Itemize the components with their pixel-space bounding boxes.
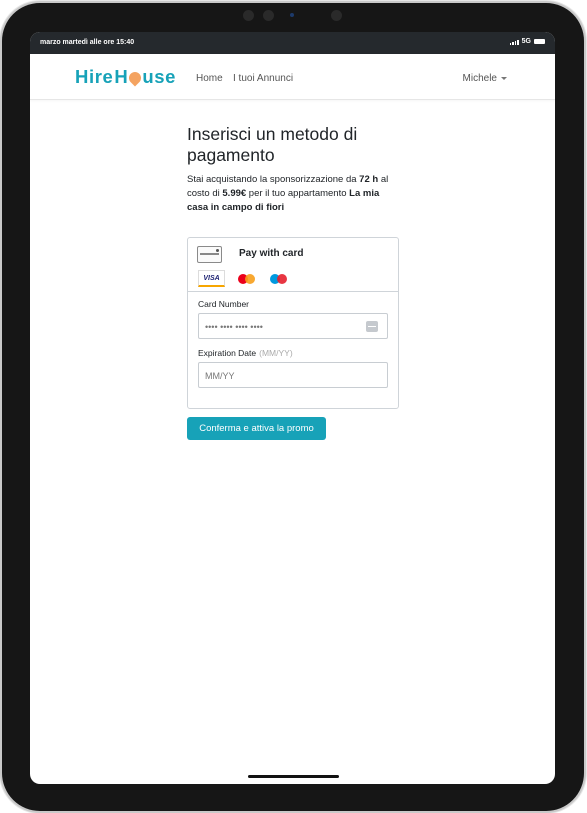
brand-text-right: use bbox=[142, 66, 177, 87]
navbar: Hire Ho Huse Home I tuoi Annunci Michele bbox=[30, 54, 555, 100]
battery-icon bbox=[534, 39, 545, 44]
device-frame: marzo martedì alle ore 15:40 5G Hire Ho … bbox=[0, 0, 587, 813]
confirm-promo-button[interactable]: Conferma e attiva la promo bbox=[187, 417, 326, 440]
home-indicator[interactable] bbox=[248, 775, 339, 778]
card-icon bbox=[197, 246, 222, 263]
card-number-icon bbox=[366, 321, 378, 332]
nav-link-annunci[interactable]: I tuoi Annunci bbox=[233, 73, 293, 84]
brand-logo[interactable]: Hire Ho Huse bbox=[75, 66, 176, 88]
purchase-description: Stai acquistando la sponsorizzazione da … bbox=[187, 174, 389, 213]
sensor-icon bbox=[331, 10, 342, 21]
caret-down-icon bbox=[501, 77, 507, 80]
nav-link-home[interactable]: Home bbox=[196, 73, 223, 84]
expiration-placeholder: MM/YY bbox=[205, 371, 235, 381]
status-bar: marzo martedì alle ore 15:40 5G bbox=[30, 32, 555, 54]
expiration-input[interactable]: MM/YY bbox=[198, 362, 388, 388]
card-number-placeholder: •••• •••• •••• •••• bbox=[205, 322, 263, 332]
status-time: marzo martedì alle ore 15:40 bbox=[40, 39, 135, 46]
brand-text-left: Hire bbox=[75, 66, 114, 87]
hours-value: 72 h bbox=[359, 174, 379, 185]
user-name: Michele bbox=[462, 73, 497, 84]
map-pin-icon bbox=[126, 69, 144, 87]
payment-card-form: Pay with card VISA Card Number •••• ••••… bbox=[187, 237, 399, 409]
status-right: 5G bbox=[509, 38, 545, 45]
card-number-input[interactable]: •••• •••• •••• •••• bbox=[198, 313, 388, 339]
user-menu[interactable]: Michele bbox=[463, 73, 507, 84]
maestro-icon bbox=[269, 272, 289, 286]
payment-header: Pay with card VISA bbox=[188, 238, 398, 292]
card-number-label: Card Number bbox=[198, 299, 250, 309]
screen: marzo martedì alle ore 15:40 5G Hire Ho … bbox=[30, 32, 555, 784]
signal-icon bbox=[509, 39, 519, 45]
mastercard-icon bbox=[237, 272, 257, 286]
network-label: 5G bbox=[521, 38, 531, 45]
card-brands: VISA bbox=[198, 270, 289, 287]
main-content: Inserisci un metodo di pagamento Stai ac… bbox=[187, 124, 402, 215]
pay-with-card-label: Pay with card bbox=[239, 248, 304, 259]
sensor-icon bbox=[263, 10, 274, 21]
price-value: 5.99€ bbox=[222, 188, 247, 199]
expiration-label: Expiration Date (MM/YY) bbox=[198, 348, 293, 358]
page-title: Inserisci un metodo di pagamento bbox=[187, 124, 358, 165]
camera-icon bbox=[290, 13, 294, 17]
expiration-hint: (MM/YY) bbox=[259, 348, 293, 358]
visa-icon: VISA bbox=[198, 270, 225, 287]
sensor-icon bbox=[243, 10, 254, 21]
